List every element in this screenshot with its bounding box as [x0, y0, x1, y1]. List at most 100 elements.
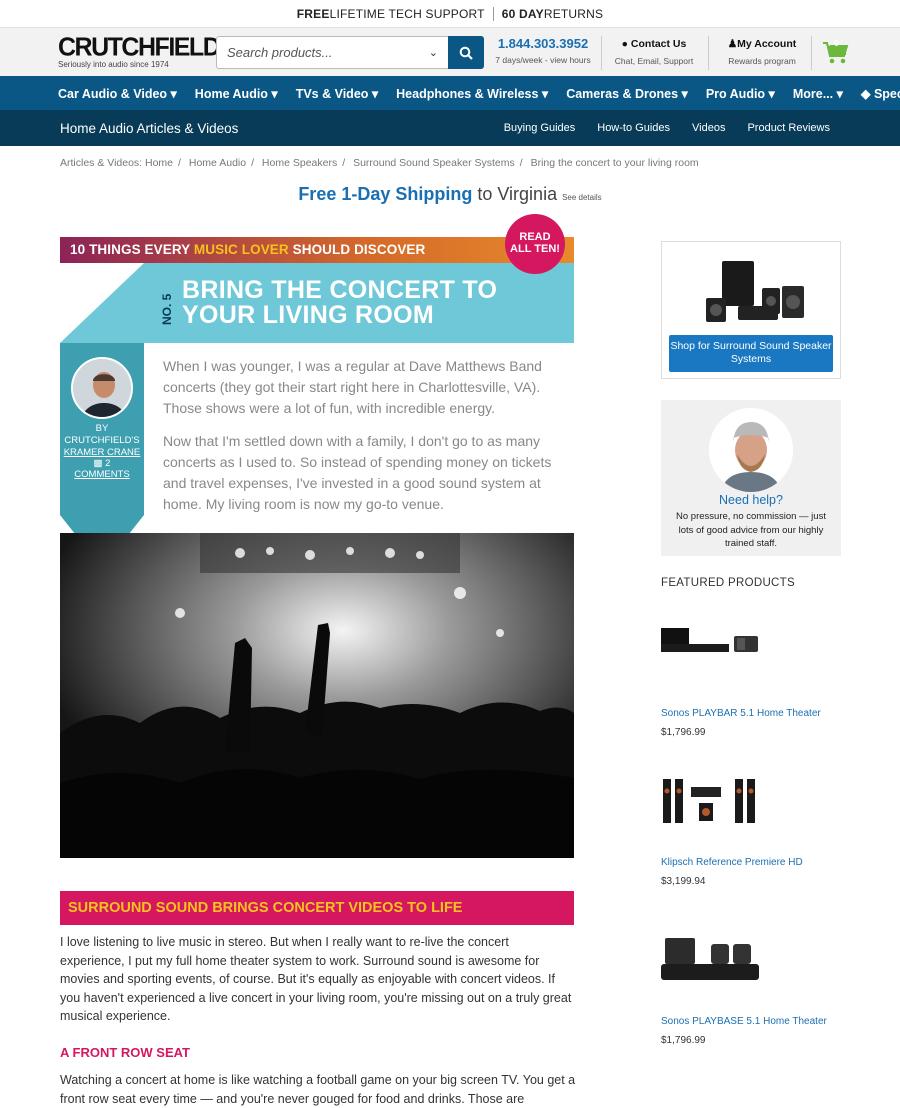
returns-label: RETURNS: [543, 6, 604, 21]
need-help-link[interactable]: Need help?: [661, 493, 841, 507]
product-card: Sonos PLAYBASE 5.1 Home Theater $1,796.9…: [661, 934, 841, 1046]
subnav-product-reviews[interactable]: Product Reviews: [747, 122, 830, 134]
nav-headphones[interactable]: Headphones & Wireless ▾: [396, 86, 548, 101]
main-nav: Car Audio & Video ▾ Home Audio ▾ TVs & V…: [0, 76, 900, 110]
help-card: Need help? No pressure, no commission — …: [661, 400, 841, 556]
contact-sub: Chat, Email, Support: [614, 56, 694, 66]
section-heading: SURROUND SOUND BRINGS CONCERT VIDEOS TO …: [60, 891, 574, 925]
product-price: $3,199.94: [661, 876, 706, 887]
product-card: Sonos PLAYBAR 5.1 Home Theater $1,796.99: [661, 622, 841, 738]
body-paragraph: Watching a concert at home is like watch…: [60, 1073, 576, 1106]
series-banner: 10 THINGS EVERY MUSIC LOVER SHOULD DISCO…: [60, 237, 574, 263]
product-image[interactable]: [661, 775, 761, 835]
subnav-links: Buying Guides How-to Guides Videos Produ…: [482, 110, 830, 146]
author-byline: BY CRUTCHFIELD'S KRAMER CRANE: [60, 423, 144, 459]
divider: [601, 36, 602, 70]
banner-text-a: 10 THINGS EVERY: [70, 242, 194, 257]
banner-text-b: MUSIC LOVER: [193, 242, 289, 257]
nav-tvs-video[interactable]: TVs & Video ▾: [296, 86, 378, 101]
contact-label: Contact Us: [630, 38, 687, 50]
article-title-line1: BRING THE CONCERT TO: [182, 276, 498, 304]
intro-paragraph: When I was younger, I was a regular at D…: [163, 358, 542, 416]
product-name[interactable]: Sonos PLAYBAR 5.1 Home Theater: [661, 707, 841, 721]
breadcrumb-current: Bring the concert to your living room: [530, 157, 699, 169]
comment-icon: ▩: [93, 458, 103, 469]
comments-link[interactable]: ▩ 2 COMMENTS: [60, 458, 144, 480]
phone-hours[interactable]: 7 days/week - view hours: [494, 55, 592, 65]
product-image[interactable]: [661, 622, 761, 682]
contact-us-link[interactable]: ● Contact Us Chat, Email, Support: [612, 38, 696, 66]
account-label: My Account: [737, 38, 797, 50]
nav-car-audio[interactable]: Car Audio & Video ▾: [58, 86, 177, 101]
product-name[interactable]: Sonos PLAYBASE 5.1 Home Theater: [661, 1015, 841, 1029]
sub-nav: Home Audio Articles & Videos Buying Guid…: [0, 110, 900, 146]
product-card: Klipsch Reference Premiere HD $3,199.94: [661, 775, 841, 887]
read-all-ten-button[interactable]: READ ALL TEN!: [505, 214, 565, 274]
cart-count: 0: [834, 38, 840, 48]
article-hero: NO. 5 BRING THE CONCERT TO YOUR LIVING RO…: [60, 263, 574, 343]
advisor-avatar: [709, 408, 793, 492]
comments-count: 2: [105, 458, 111, 469]
nav-home-audio[interactable]: Home Audio ▾: [195, 86, 278, 101]
nav-specials[interactable]: ◆ Specials ▾: [861, 86, 900, 101]
shipping-rest: to Virginia: [472, 184, 563, 204]
comments-label: COMMENTS: [74, 469, 130, 480]
author-avatar[interactable]: [71, 357, 133, 419]
promo-bar: FREE LIFETIME TECH SUPPORT 60 DAY RETURN…: [0, 0, 900, 28]
search-placeholder: Search products...: [227, 45, 333, 60]
product-name[interactable]: Klipsch Reference Premiere HD: [661, 856, 841, 870]
speaker-system-image[interactable]: [702, 256, 812, 326]
user-icon: ♟: [727, 38, 738, 50]
product-price: $1,796.99: [661, 1035, 706, 1046]
author-name-link[interactable]: KRAMER CRANE: [64, 447, 141, 458]
breadcrumb-item[interactable]: Articles & Videos: Home: [60, 157, 173, 169]
chat-icon: ●: [621, 38, 628, 50]
support-label: LIFETIME TECH SUPPORT: [329, 6, 485, 21]
nav-specials-label: Specials ▾: [873, 86, 900, 101]
breadcrumb-item[interactable]: Surround Sound Speaker Systems: [353, 157, 515, 169]
read-all-line2: ALL TEN!: [510, 243, 560, 255]
nav-pro-audio[interactable]: Pro Audio ▾: [706, 86, 775, 101]
breadcrumb-item[interactable]: Home Speakers: [262, 157, 337, 169]
subnav-howto-guides[interactable]: How-to Guides: [597, 122, 670, 134]
breadcrumb-item[interactable]: Home Audio: [189, 157, 246, 169]
shipping-details-link[interactable]: See details: [562, 193, 602, 202]
chevron-down-icon[interactable]: ⌄: [429, 46, 438, 59]
cart-button[interactable]: 0: [822, 38, 850, 66]
divider: [708, 36, 709, 70]
phone-number[interactable]: 1.844.303.3952: [494, 36, 592, 51]
returns-bold: 60 DAY: [501, 6, 544, 21]
search-button[interactable]: [448, 36, 484, 69]
breadcrumb: Articles & Videos: Home / Home Audio / Hom…: [60, 157, 699, 169]
article-intro: When I was younger, I was a regular at D…: [163, 356, 565, 527]
divider: [492, 6, 494, 21]
site-header: CRUTCHFIELD Seriously into audio since 1…: [0, 28, 900, 76]
shipping-banner: Free 1-Day Shipping to Virginia See deta…: [0, 184, 900, 205]
logo-name: CRUTCHFIELD: [58, 32, 221, 62]
article-number: NO. 5: [160, 293, 174, 325]
shop-card: Shop for Surround Sound Speaker Systems: [661, 241, 841, 379]
concert-photo: [60, 533, 574, 858]
body-paragraph: I love listening to live music in stereo…: [60, 935, 572, 1024]
search-input[interactable]: Search products... ⌄: [216, 36, 448, 69]
product-image[interactable]: [661, 934, 761, 994]
my-account-link[interactable]: ♟My Account Rewards program: [724, 38, 800, 66]
subheading: A FRONT ROW SEAT: [60, 1045, 190, 1060]
free-label: FREE: [296, 6, 330, 21]
featured-heading: FEATURED PRODUCTS: [661, 577, 795, 589]
author-prefix: BY CRUTCHFIELD'S: [64, 423, 140, 446]
shipping-bold: Free 1-Day Shipping: [298, 184, 473, 204]
crutchfield-logo[interactable]: CRUTCHFIELD Seriously into audio since 1…: [58, 32, 221, 69]
account-sub: Rewards program: [728, 56, 796, 66]
subnav-buying-guides[interactable]: Buying Guides: [504, 122, 576, 134]
nav-more[interactable]: More... ▾: [793, 86, 843, 101]
subnav-title[interactable]: Home Audio Articles & Videos: [60, 121, 238, 136]
read-all-line1: READ: [519, 231, 551, 243]
article-title-line2: YOUR LIVING ROOM: [182, 301, 435, 329]
phone-block[interactable]: 1.844.303.3952 7 days/week - view hours: [494, 36, 592, 65]
nav-cameras[interactable]: Cameras & Drones ▾: [566, 86, 688, 101]
divider: [811, 36, 812, 70]
search-icon: [459, 46, 473, 60]
subnav-videos[interactable]: Videos: [692, 122, 725, 134]
shop-surround-button[interactable]: Shop for Surround Sound Speaker Systems: [669, 335, 833, 372]
